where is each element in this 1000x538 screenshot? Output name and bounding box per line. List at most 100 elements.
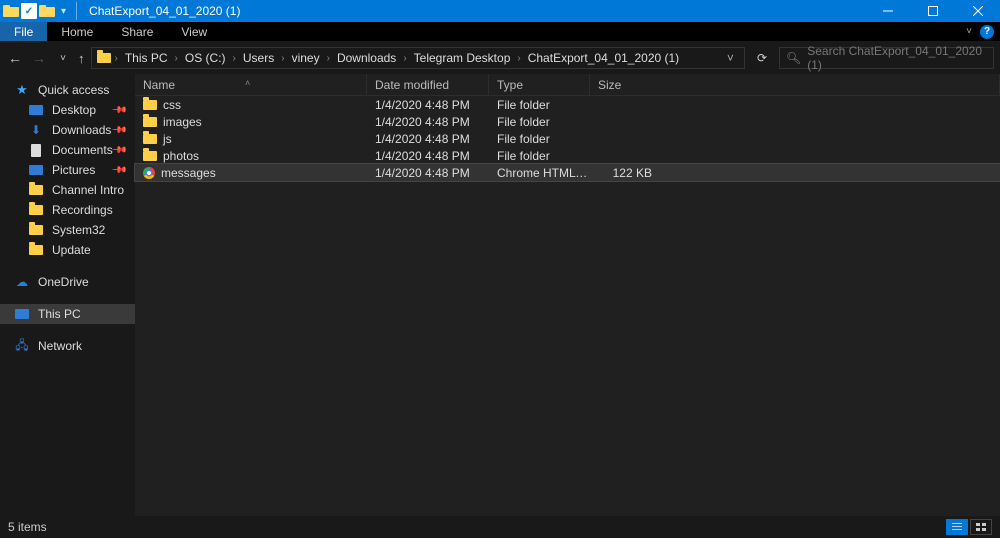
nav-back-button[interactable]: ← [6, 50, 24, 66]
table-row[interactable]: images1/4/2020 4:48 PMFile folder [135, 113, 1000, 130]
column-label: Name [143, 78, 175, 92]
sidebar-item-onedrive[interactable]: ☁ OneDrive [0, 272, 135, 292]
pin-icon: 📌 [110, 102, 127, 119]
nav-sidebar: ★ Quick access Desktop 📌 ⬇ Downloads 📌 D… [0, 74, 135, 516]
pin-icon: 📌 [110, 142, 127, 159]
folder-icon [143, 151, 157, 161]
nav-up-button[interactable]: ↑ [78, 51, 85, 66]
qat-properties-icon[interactable]: ✓ [21, 3, 37, 19]
nav-history-icon[interactable]: ˅ [54, 53, 72, 64]
sidebar-item-label: Network [38, 339, 82, 353]
window-title: ChatExport_04_01_2020 (1) [83, 4, 240, 18]
sidebar-item-label: Quick access [38, 83, 109, 97]
sidebar-item-downloads[interactable]: ⬇ Downloads 📌 [0, 120, 135, 140]
document-icon [31, 144, 41, 157]
file-type: Chrome HTML Docu… [489, 166, 590, 180]
desktop-icon [29, 105, 43, 115]
ribbon-expand-icon[interactable]: ˅ [966, 26, 972, 37]
crumb-downloads[interactable]: Downloads [333, 51, 400, 65]
file-type: File folder [489, 132, 590, 146]
address-folder-icon [96, 53, 112, 63]
nav-forward-button[interactable]: → [30, 50, 48, 66]
file-type: File folder [489, 115, 590, 129]
sort-ascending-icon: ˄ [245, 78, 250, 88]
maximize-button[interactable] [910, 0, 955, 22]
qat-customize-icon[interactable]: ▾ [57, 6, 70, 17]
file-date: 1/4/2020 4:48 PM [367, 98, 489, 112]
address-dropdown-icon[interactable]: ˅ [727, 51, 734, 65]
file-name: js [163, 132, 172, 146]
table-row[interactable]: js 1/4/2020 4:48 PMFile folder [135, 130, 1000, 147]
file-date: 1/4/2020 4:48 PM [367, 115, 489, 129]
search-placeholder: Search ChatExport_04_01_2020 (1) [807, 44, 987, 72]
crumb-sep-icon[interactable]: › [324, 53, 333, 64]
crumb-sep-icon[interactable]: › [278, 53, 287, 64]
refresh-button[interactable]: ⟳ [751, 51, 773, 65]
file-size: 122 KB [590, 166, 660, 180]
sidebar-item-system32[interactable]: System32 [0, 220, 135, 240]
tab-view[interactable]: View [167, 22, 221, 41]
file-date: 1/4/2020 4:48 PM [367, 166, 489, 180]
crumb-users[interactable]: Users [239, 51, 278, 65]
file-type: File folder [489, 98, 590, 112]
table-row[interactable]: photos1/4/2020 4:48 PMFile folder [135, 147, 1000, 164]
sidebar-item-pictures[interactable]: Pictures 📌 [0, 160, 135, 180]
sidebar-item-quick-access[interactable]: ★ Quick access [0, 80, 135, 100]
sidebar-item-documents[interactable]: Documents 📌 [0, 140, 135, 160]
sidebar-item-desktop[interactable]: Desktop 📌 [0, 100, 135, 120]
column-type[interactable]: Type [489, 74, 590, 95]
cloud-icon: ☁ [14, 275, 30, 289]
help-icon[interactable]: ? [980, 25, 994, 39]
address-bar[interactable]: › This PC › OS (C:) › Users › viney › Do… [91, 47, 745, 69]
sidebar-item-label: Recordings [52, 203, 113, 217]
chrome-icon [143, 167, 155, 179]
status-text: 5 items [8, 520, 47, 534]
crumb-sep-icon[interactable]: › [112, 53, 121, 64]
table-row[interactable]: messages1/4/2020 4:48 PMChrome HTML Docu… [135, 164, 1000, 181]
crumb-current[interactable]: ChatExport_04_01_2020 (1) [524, 51, 683, 65]
sidebar-item-update[interactable]: Update [0, 240, 135, 260]
status-bar: 5 items [0, 516, 1000, 538]
sidebar-item-this-pc[interactable]: This PC [0, 304, 135, 324]
pictures-icon [29, 165, 43, 175]
close-button[interactable] [955, 0, 1000, 22]
folder-icon [143, 117, 157, 127]
file-name: css [163, 98, 181, 112]
crumb-telegram[interactable]: Telegram Desktop [410, 51, 515, 65]
crumb-this-pc[interactable]: This PC [121, 51, 172, 65]
file-name: photos [163, 149, 199, 163]
crumb-os-c[interactable]: OS (C:) [181, 51, 230, 65]
column-name[interactable]: Name ˄ [135, 74, 367, 95]
column-size[interactable]: Size [590, 74, 1000, 95]
sidebar-item-network[interactable]: 🖧 Network [0, 336, 135, 356]
sidebar-item-label: Desktop [52, 103, 96, 117]
file-type: File folder [489, 149, 590, 163]
sidebar-item-recordings[interactable]: Recordings [0, 200, 135, 220]
folder-icon [29, 205, 43, 215]
crumb-sep-icon[interactable]: › [230, 53, 239, 64]
ribbon-tabs: File Home Share View ˅ ? [0, 22, 1000, 42]
sidebar-item-label: Channel Intro [52, 183, 124, 197]
file-list: Name ˄ Date modified Type Size css 1/4/20… [135, 74, 1000, 516]
search-input[interactable]: 🔍︎ Search ChatExport_04_01_2020 (1) [779, 47, 994, 69]
view-icons-button[interactable] [970, 519, 992, 535]
column-date[interactable]: Date modified [367, 74, 489, 95]
tab-share[interactable]: Share [107, 22, 167, 41]
qat-newfolder-icon[interactable] [39, 5, 55, 17]
crumb-sep-icon[interactable]: › [514, 53, 523, 64]
sidebar-item-channel-intro[interactable]: Channel Intro [0, 180, 135, 200]
download-icon: ⬇ [28, 123, 44, 137]
crumb-viney[interactable]: viney [288, 51, 324, 65]
sidebar-item-label: Documents [52, 143, 113, 157]
table-row[interactable]: css 1/4/2020 4:48 PMFile folder [135, 96, 1000, 113]
view-details-button[interactable] [946, 519, 968, 535]
crumb-sep-icon[interactable]: › [400, 53, 409, 64]
crumb-sep-icon[interactable]: › [172, 53, 181, 64]
tab-home[interactable]: Home [47, 22, 107, 41]
star-icon: ★ [14, 83, 30, 97]
nav-row: ← → ˅ ↑ › This PC › OS (C:) › Users › vi… [0, 42, 1000, 74]
minimize-button[interactable] [865, 0, 910, 22]
file-date: 1/4/2020 4:48 PM [367, 132, 489, 146]
tab-file[interactable]: File [0, 22, 47, 41]
sidebar-item-label: OneDrive [38, 275, 89, 289]
